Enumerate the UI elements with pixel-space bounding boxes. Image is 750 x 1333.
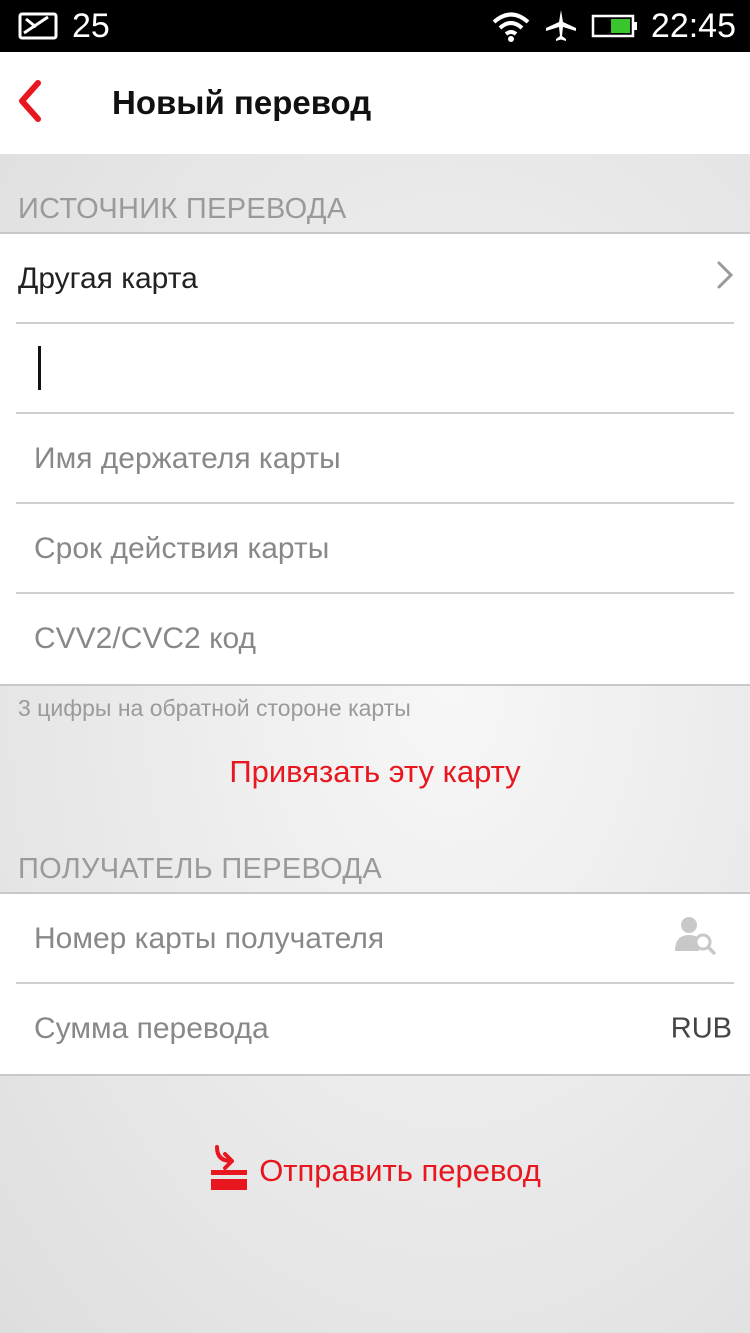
envelope-check-icon xyxy=(18,11,60,41)
block-divider xyxy=(0,1074,750,1076)
recipient-section-header: ПОЛУЧАТЕЛЬ ПЕРЕВОДА xyxy=(0,814,750,894)
source-card-block: Другая карта Имя держателя карты Срок де… xyxy=(0,234,750,684)
battery-icon xyxy=(591,13,639,39)
source-section-header: ИСТОЧНИК ПЕРЕВОДА xyxy=(0,154,750,234)
status-left: 25 xyxy=(18,7,110,46)
cvv-field[interactable]: CVV2/CVC2 код xyxy=(0,594,750,684)
card-source-label: Другая карта xyxy=(18,262,198,295)
wifi-icon xyxy=(491,9,531,43)
cardholder-name-placeholder: Имя держателя карты xyxy=(34,442,341,475)
contact-search-icon[interactable] xyxy=(674,915,716,963)
chevron-right-icon xyxy=(716,260,734,298)
recipient-card-field[interactable]: Номер карты получателя xyxy=(0,894,750,984)
send-transfer-icon xyxy=(209,1143,249,1199)
amount-field[interactable]: Сумма перевода RUB xyxy=(0,984,750,1074)
card-number-field[interactable] xyxy=(0,324,750,414)
recipient-card-block: Номер карты получателя Сумма перевода RU… xyxy=(0,894,750,1074)
cvv-placeholder: CVV2/CVC2 код xyxy=(34,622,257,655)
amount-placeholder: Сумма перевода xyxy=(34,1012,269,1045)
cardholder-name-field[interactable]: Имя держателя карты xyxy=(0,414,750,504)
recipient-section-title: ПОЛУЧАТЕЛЬ ПЕРЕВОДА xyxy=(18,853,382,885)
content-area: ИСТОЧНИК ПЕРЕВОДА Другая карта Имя держа… xyxy=(0,154,750,1333)
bind-card-button[interactable]: Привязать эту карту xyxy=(0,754,750,790)
send-transfer-label: Отправить перевод xyxy=(259,1153,541,1188)
card-expiry-field[interactable]: Срок действия карты xyxy=(0,504,750,594)
block-divider xyxy=(0,684,750,686)
notification-count: 25 xyxy=(72,6,110,45)
status-bar: 25 22:45 xyxy=(0,0,750,52)
status-time: 22:45 xyxy=(650,6,736,45)
page-title: Новый перевод xyxy=(112,84,372,121)
send-transfer-button[interactable]: Отправить перевод xyxy=(0,1143,750,1199)
recipient-card-placeholder: Номер карты получателя xyxy=(34,922,385,955)
status-right: 22:45 xyxy=(491,7,736,46)
source-section-title: ИСТОЧНИК ПЕРЕВОДА xyxy=(18,193,347,225)
back-button[interactable] xyxy=(0,52,64,154)
back-chevron-icon xyxy=(14,79,44,128)
currency-label: RUB xyxy=(670,1012,732,1045)
app-bar: Новый перевод xyxy=(0,52,750,154)
card-expiry-placeholder: Срок действия карты xyxy=(34,532,330,565)
airplane-icon xyxy=(543,8,579,44)
text-cursor xyxy=(38,346,41,390)
card-source-select[interactable]: Другая карта xyxy=(0,234,750,324)
cvv-hint: 3 цифры на обратной стороне карты xyxy=(18,695,411,721)
